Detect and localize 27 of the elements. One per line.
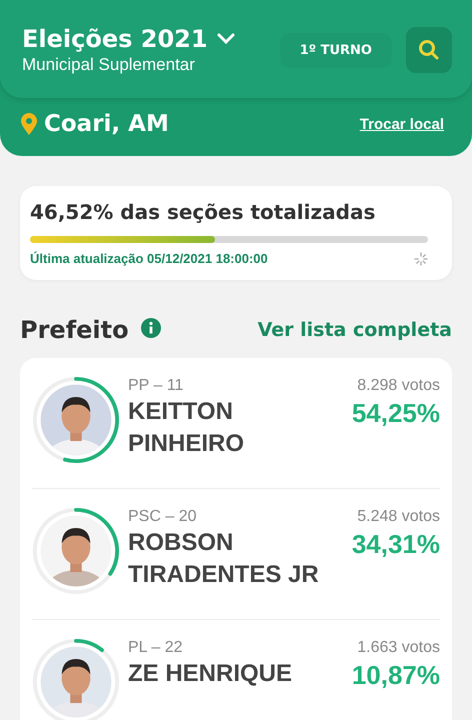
change-location-link[interactable]: Trocar local [360,116,444,132]
vote-percentage: 34,31% [352,528,440,561]
vote-count: 1.663 votos [357,638,440,658]
party-number: PSC – 20 [128,507,198,527]
section-title: Prefeito [20,316,129,344]
vote-percentage: 10,87% [352,659,440,692]
location-pin-icon [20,112,38,136]
full-list-link[interactable]: Ver lista completa [258,319,452,341]
chevron-down-icon[interactable] [216,33,236,45]
candidate-name: ROBSON TIRADENTES JR [128,528,320,590]
sections-counted-text: 46,52% das seções totalizadas [30,200,376,224]
location-name: Coari, AM [44,111,170,137]
election-title[interactable]: Eleições 2021 [22,24,208,54]
round-button[interactable]: 1º TURNO [280,32,392,68]
party-number: PL – 22 [128,638,184,658]
party-number: PP – 11 [128,376,184,396]
vote-percentage: 54,25% [352,397,440,430]
vote-count: 5.248 votos [357,507,440,527]
loading-spinner-icon [414,252,428,266]
last-update-text: Última atualização 05/12/2021 18:00:00 [30,251,268,266]
candidate-name: KEITTON PINHEIRO [128,397,246,459]
vote-count: 8.298 votos [357,376,440,396]
info-icon[interactable] [140,318,161,338]
candidate-name: ZE HENRIQUE [128,659,294,689]
election-subtitle: Municipal Suplementar [22,54,196,76]
search-button[interactable] [406,27,452,73]
search-icon [418,39,440,61]
